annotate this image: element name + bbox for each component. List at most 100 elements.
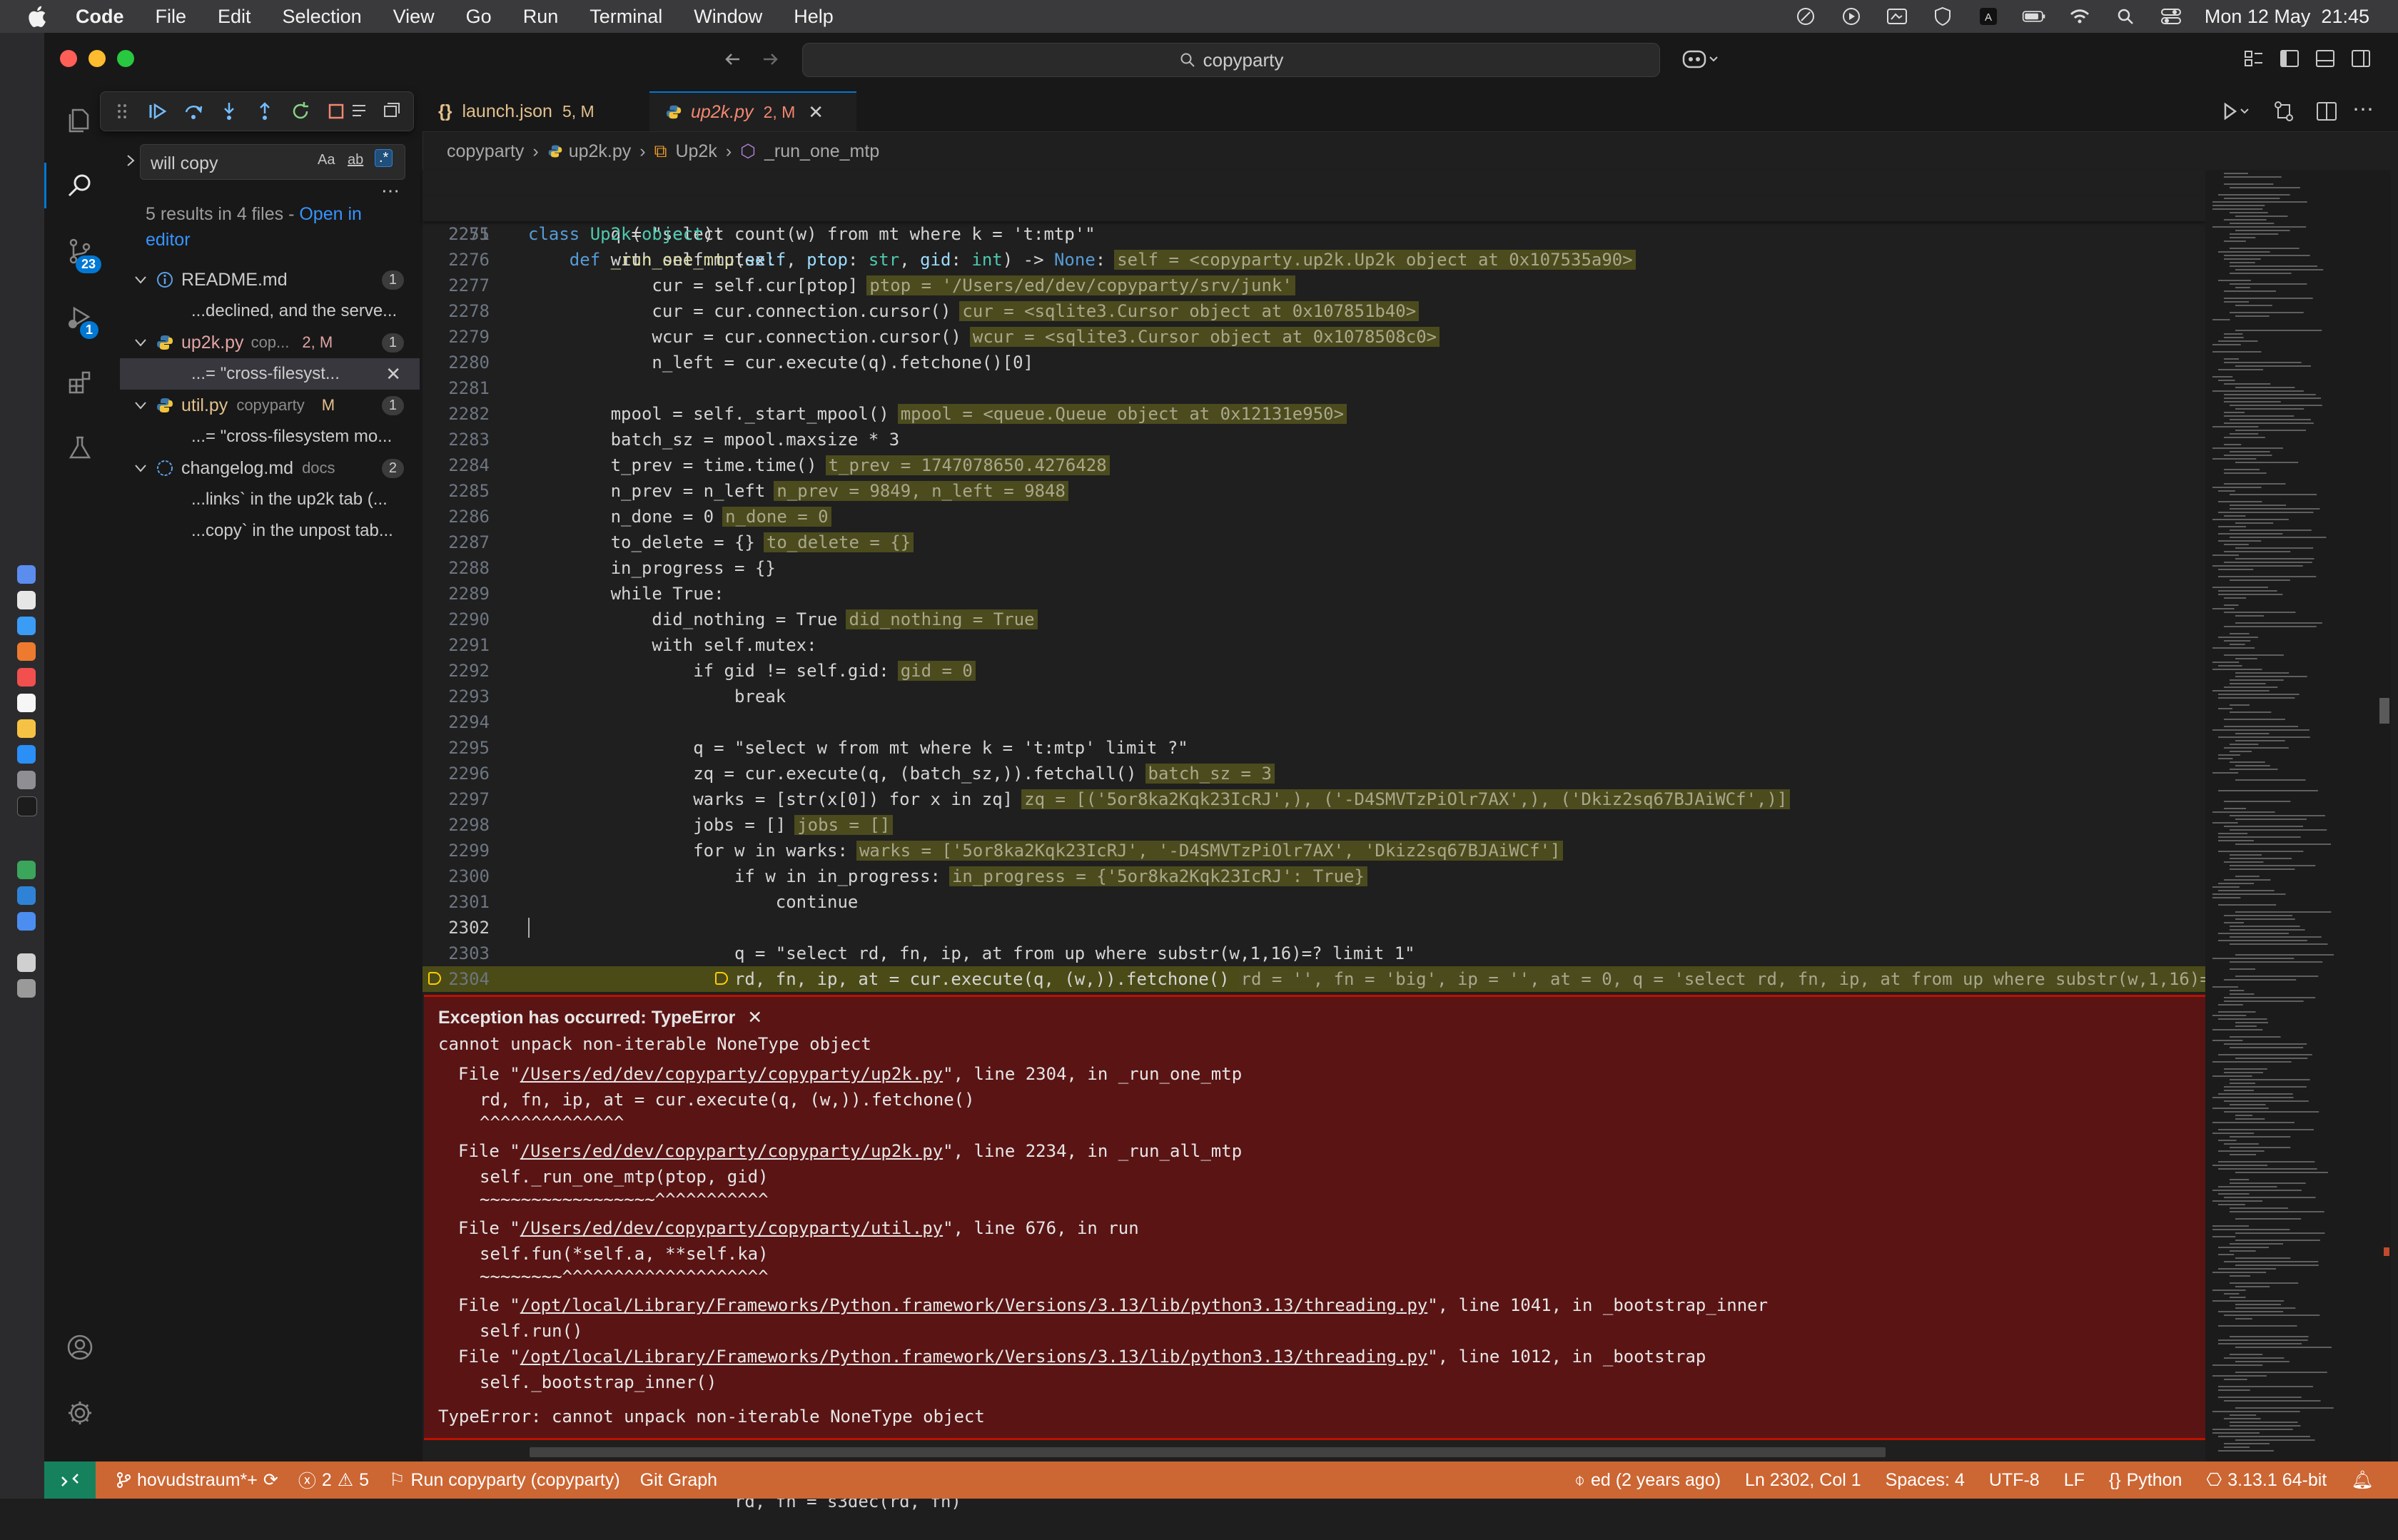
play-circle-icon[interactable]	[1839, 6, 1863, 27]
frame-file-link[interactable]: /opt/local/Library/Frameworks/Python.fra…	[520, 1347, 1428, 1367]
code-line[interactable]: 2304 rd, fn, ip, at = cur.execute(q, (w,…	[423, 966, 2213, 992]
dock-app-icon[interactable]	[17, 912, 36, 931]
clear-results-icon[interactable]	[381, 100, 403, 125]
copilot-icon[interactable]	[1681, 47, 1721, 75]
code-line[interactable]: 2277 cur = self.cur[ptop] ptop = '/Users/…	[423, 273, 2205, 298]
dock-app-icon[interactable]	[17, 861, 36, 879]
search-result-file[interactable]: util.py copyparty M 1	[120, 390, 420, 421]
code-line[interactable]: 2293 break	[423, 684, 2205, 709]
code-line[interactable]: 2297 warks = [str(x[0]) for x in zq] zq =…	[423, 786, 2205, 812]
dock-app-icon[interactable]	[17, 617, 36, 635]
dock-app-icon[interactable]	[17, 745, 36, 764]
search-icon[interactable]	[60, 166, 100, 206]
close-exception-icon[interactable]: ✕	[747, 1008, 762, 1028]
minimize-window-button[interactable]	[88, 50, 106, 67]
dock-app-icon[interactable]	[17, 668, 36, 687]
drag-handle-icon[interactable]	[111, 100, 133, 123]
menu-help[interactable]: Help	[794, 6, 834, 28]
code-line[interactable]: 2287 to_delete = {} to_delete = {}	[423, 530, 2205, 555]
dock-app-icon[interactable]	[17, 642, 36, 661]
manage-gear-icon[interactable]	[60, 1393, 100, 1433]
code-line[interactable]: 2294	[423, 709, 2205, 735]
breadcrumb-folder[interactable]: copyparty	[447, 141, 524, 162]
menu-selection[interactable]: Selection	[283, 6, 362, 28]
toggle-secondary-sidebar-icon[interactable]	[2349, 47, 2372, 74]
dock-app-icon[interactable]	[17, 953, 36, 972]
search-result-line[interactable]: ...copy` in the unpost tab...	[120, 515, 420, 547]
cursor-position[interactable]: Ln 2302, Col 1	[1745, 1470, 1861, 1491]
zoom-window-button[interactable]	[117, 50, 134, 67]
search-result-line[interactable]: ...declined, and the serve...	[120, 295, 420, 327]
dock-app-icon[interactable]	[17, 979, 36, 998]
code-line[interactable]: 2278 cur = cur.connection.cursor() cur = …	[423, 298, 2205, 324]
horizontal-scrollbar[interactable]	[530, 1447, 1886, 1457]
font-book-icon[interactable]: A	[1976, 6, 2000, 27]
language-mode[interactable]: {} Python	[2109, 1470, 2182, 1491]
notifications-bell-icon[interactable]: 🔔︎	[2351, 1470, 2374, 1491]
breadcrumb-class[interactable]: Up2k	[675, 141, 717, 162]
search-result-line[interactable]: ...links` in the up2k tab (...	[120, 484, 420, 515]
open-changes-icon[interactable]	[2271, 98, 2297, 128]
tab-up2k-py[interactable]: up2k.py 2, M ✕	[649, 91, 856, 131]
split-editor-icon[interactable]	[2314, 98, 2339, 128]
forward-arrow-icon[interactable]	[758, 47, 782, 75]
wifi-icon[interactable]	[2068, 6, 2092, 27]
menu-edit[interactable]: Edit	[218, 6, 251, 28]
code-line[interactable]: 2290 did_nothing = True did_nothing = Tru…	[423, 607, 2205, 632]
search-result-line-selected[interactable]: ...= "cross-filesyst... ✕	[120, 358, 420, 390]
dock-app-icon[interactable]	[17, 694, 36, 712]
dock-app-icon[interactable]	[17, 886, 36, 905]
git-blame[interactable]: ⌽ ed (2 years ago)	[1574, 1470, 1721, 1491]
code-line[interactable]: 2285 n_prev = n_left n_prev = 9849, n_lef…	[423, 478, 2205, 504]
sticky-scroll-line[interactable]: 2251 def _run_one_mtp(self, ptop: str, g…	[423, 196, 2205, 270]
current-stack-frame-icon[interactable]	[428, 972, 441, 985]
breadcrumb-method[interactable]: _run_one_mtp	[764, 141, 879, 162]
testing-flask-icon[interactable]	[60, 428, 100, 468]
screen-capture-icon[interactable]	[1885, 6, 1909, 27]
minimap[interactable]	[2205, 170, 2391, 1462]
frame-file-link[interactable]: /Users/ed/dev/copyparty/copyparty/util.p…	[520, 1218, 943, 1238]
code-line[interactable]: 2280 n_left = cur.execute(q).fetchone()[…	[423, 350, 2205, 375]
back-arrow-icon[interactable]	[721, 47, 745, 75]
menu-run[interactable]: Run	[523, 6, 559, 28]
code-line[interactable]: 2303 q = "select rd, fn, ip, at from up …	[423, 941, 2205, 966]
menu-app-code[interactable]: Code	[76, 6, 124, 28]
location-off-icon[interactable]	[1794, 6, 1818, 27]
continue-icon[interactable]	[146, 100, 169, 123]
frame-file-link[interactable]: /Users/ed/dev/copyparty/copyparty/up2k.p…	[520, 1141, 943, 1161]
menu-file[interactable]: File	[156, 6, 187, 28]
stop-icon[interactable]	[325, 100, 348, 123]
accounts-icon[interactable]	[60, 1327, 100, 1367]
search-input[interactable]: will copy Aa ab .*	[140, 144, 405, 180]
search-result-file[interactable]: README.md 1	[120, 264, 420, 295]
code-line[interactable]: 2302	[423, 915, 2205, 941]
shield-icon[interactable]	[1931, 6, 1955, 27]
restart-icon[interactable]	[289, 100, 312, 123]
git-branch[interactable]: hovudstraum*+ ⟳	[116, 1469, 278, 1491]
control-center-icon[interactable]	[2159, 6, 2183, 27]
menu-window[interactable]: Window	[694, 6, 762, 28]
close-tab-icon[interactable]: ✕	[808, 101, 824, 123]
end-of-line[interactable]: LF	[2064, 1470, 2085, 1491]
step-into-icon[interactable]	[218, 100, 241, 123]
use-regex-toggle[interactable]: .*	[375, 149, 393, 167]
search-result-file[interactable]: up2k.py cop... 2, M 1	[120, 327, 420, 358]
code-line[interactable]: 2283 batch_sz = mpool.maxsize * 3	[423, 427, 2205, 452]
python-interpreter[interactable]: ⎔ 3.13.1 64-bit	[2206, 1469, 2327, 1491]
explorer-icon[interactable]	[60, 100, 100, 140]
search-result-file[interactable]: changelog.md docs 2	[120, 452, 420, 484]
tab-launch-json[interactable]: {} launch.json 5, M	[423, 91, 637, 131]
toggle-panel-icon[interactable]	[2314, 47, 2337, 74]
frame-file-link[interactable]: /Users/ed/dev/copyparty/copyparty/up2k.p…	[520, 1064, 943, 1084]
battery-icon[interactable]	[2022, 6, 2046, 27]
menu-view[interactable]: View	[393, 6, 435, 28]
dock-app-icon[interactable]	[17, 565, 36, 584]
breadcrumb-file[interactable]: up2k.py	[569, 141, 632, 162]
code-line[interactable]: 2298 jobs = [] jobs = []	[423, 812, 2205, 838]
toggle-primary-sidebar-icon[interactable]	[2278, 47, 2301, 74]
dock-app-icon[interactable]	[17, 719, 36, 738]
code-line[interactable]: 2288 in_progress = {}	[423, 555, 2205, 581]
problems-indicator[interactable]: ⓧ 2 ⚠ 5	[298, 1467, 369, 1493]
code-line[interactable]: 2291 with self.mutex:	[423, 632, 2205, 658]
menu-go[interactable]: Go	[466, 6, 492, 28]
